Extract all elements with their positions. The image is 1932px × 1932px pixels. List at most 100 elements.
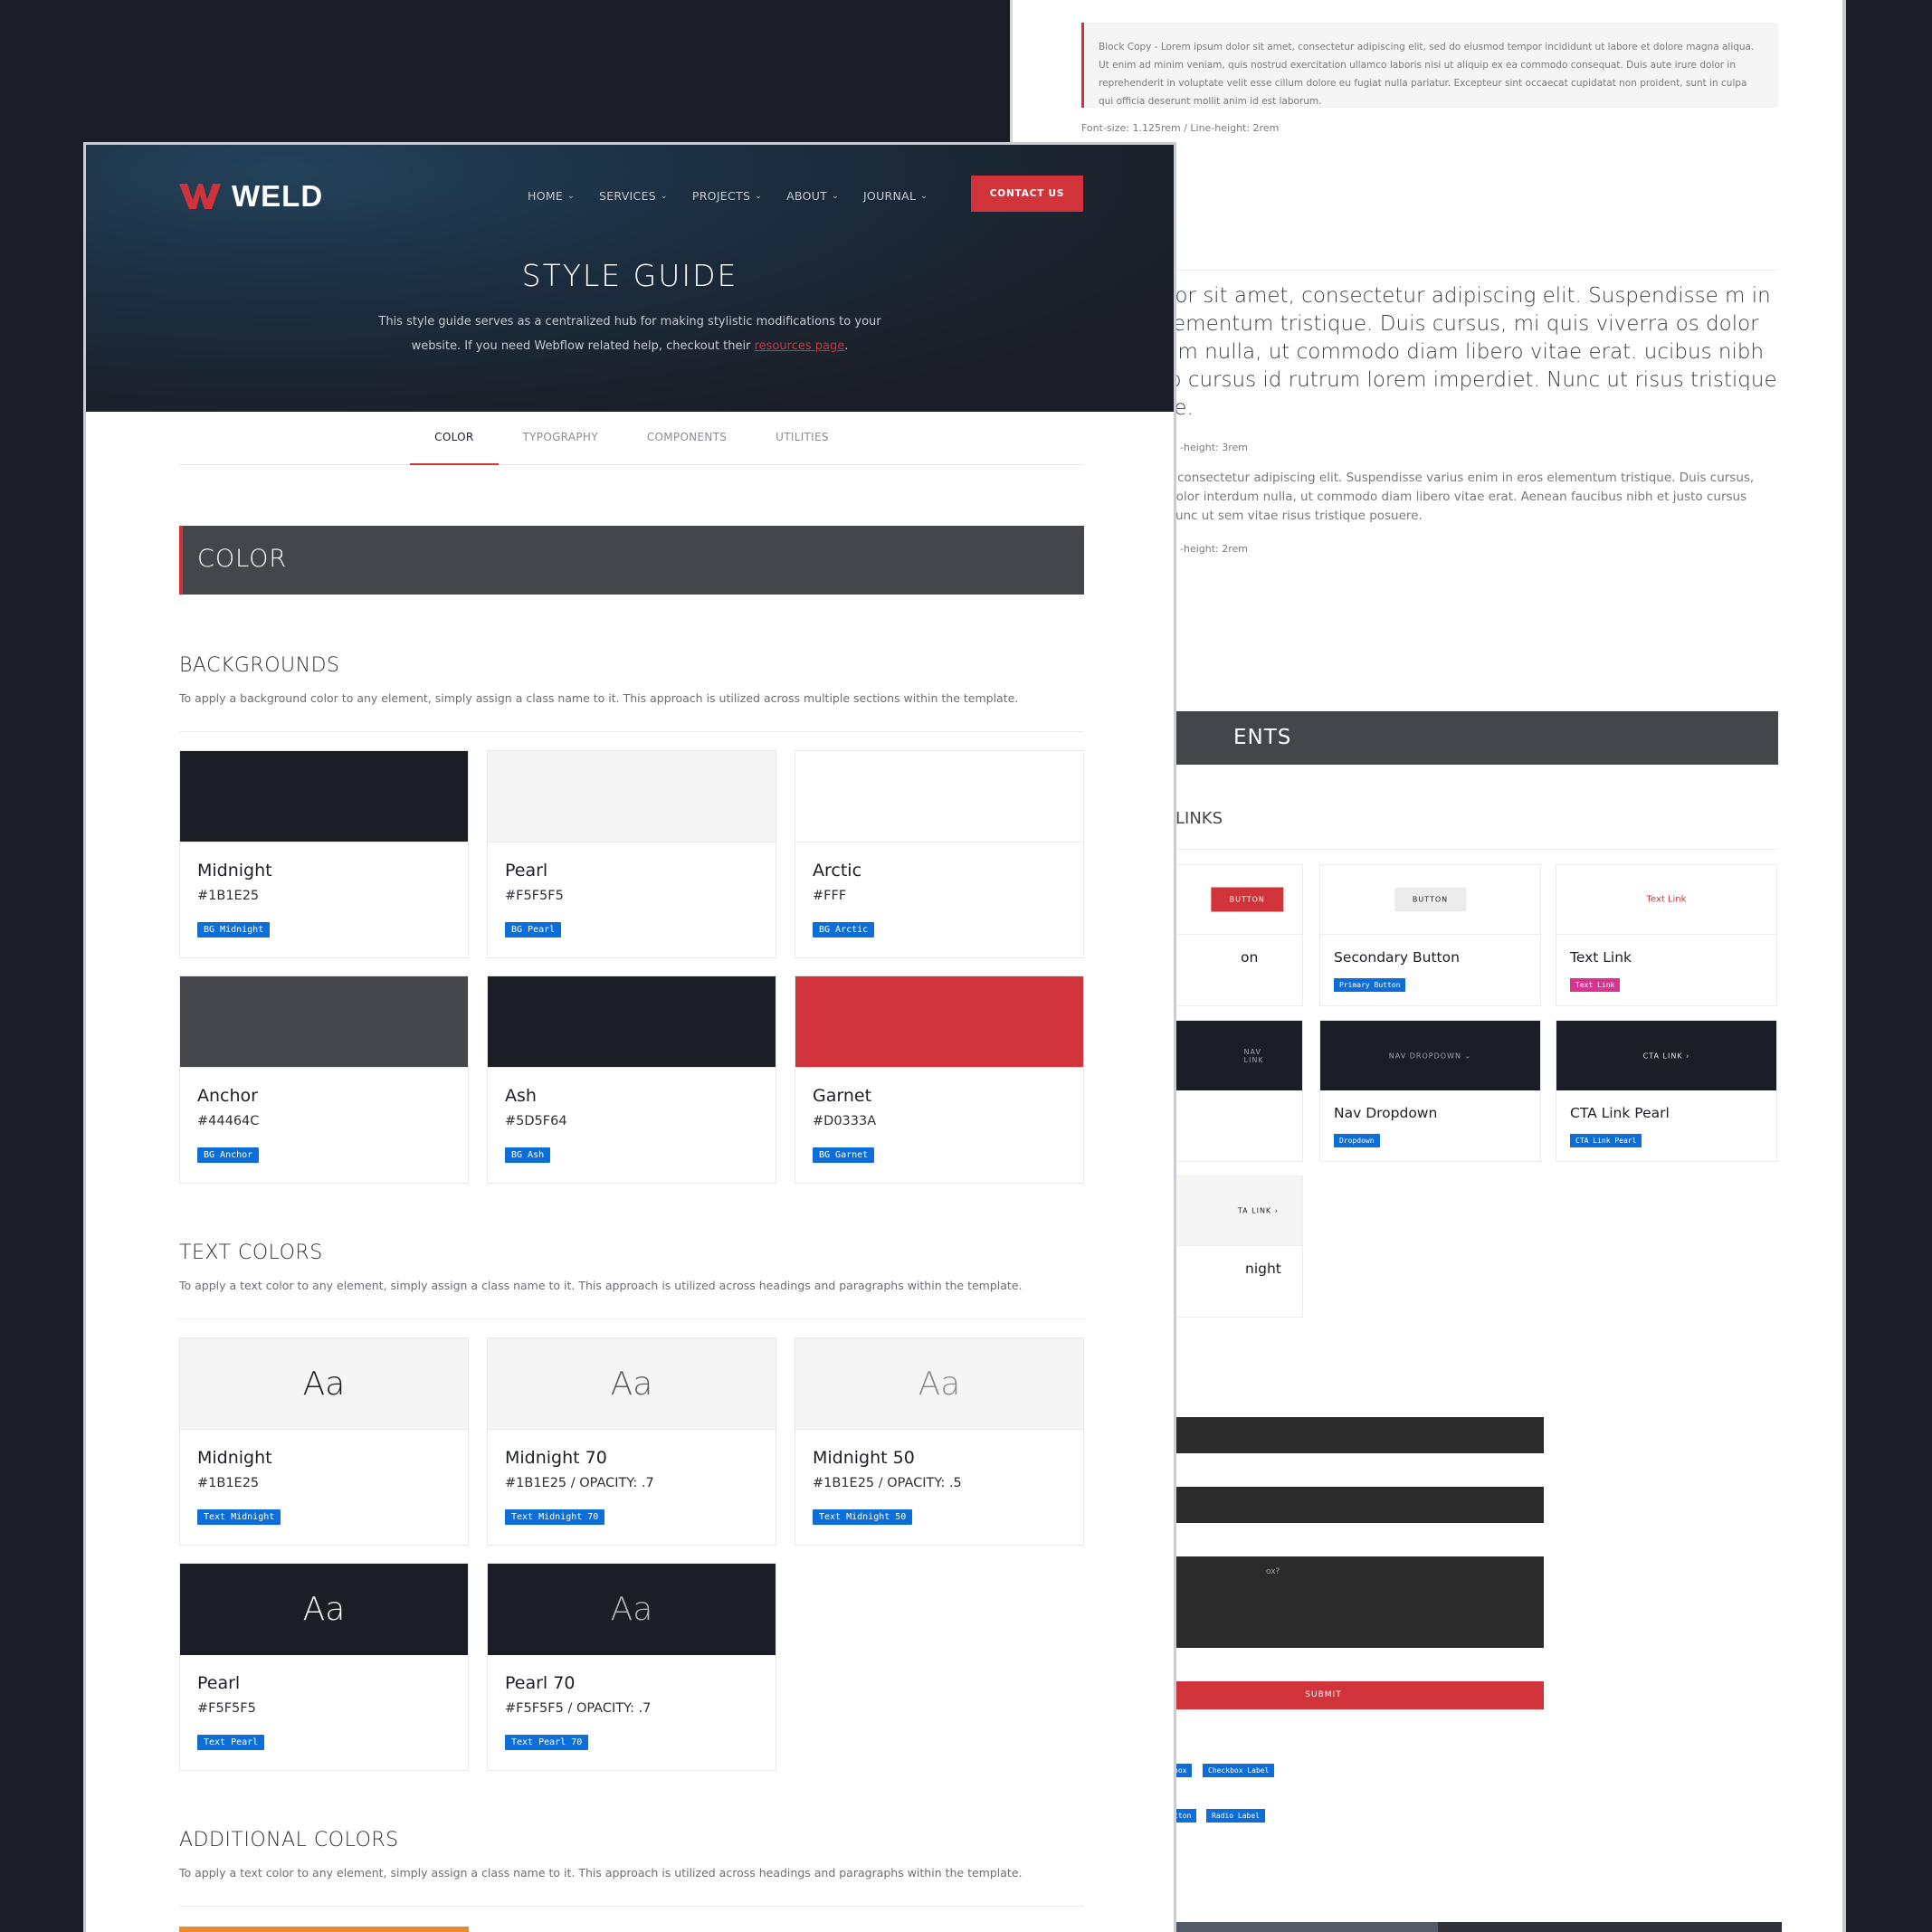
style-guide-tabs: COLOR TYPOGRAPHY COMPONENTS UTILITIES [179, 412, 1084, 465]
class-tag: BG Pearl [505, 922, 562, 937]
color-card-arctic: Arctic #FFF BG Arctic [795, 750, 1084, 958]
blockquote-sample: Block Copy - Lorem ipsum dolor sit amet,… [1081, 23, 1778, 108]
component-card-secondary-button: BUTTON Secondary Button Primary Button [1319, 864, 1541, 1006]
text-sample: Aa [610, 1591, 653, 1628]
cta-link-midnight-preview[interactable]: TA LINK › [1220, 1199, 1297, 1223]
color-card-pearl: Pearl #F5F5F5 BG Pearl [487, 750, 776, 958]
color-name: Pearl [505, 861, 548, 880]
text-color-card-midnight: Aa Midnight #1B1E25 Text Midnight [179, 1337, 469, 1546]
color-name: Midnight [197, 861, 272, 880]
class-tag: CTA Link Pearl [1570, 1134, 1642, 1147]
nav-label: HOME [528, 189, 564, 203]
cta-link-preview[interactable]: CTA LINK › [1625, 1043, 1708, 1068]
links-heading: LINKS [1175, 809, 1223, 828]
style-guide-page: WELD HOME ⌄ SERVICES ⌄ PROJECTS ⌄ ABOUT ⌄ JO… [83, 142, 1176, 1932]
color-section-band: COLOR [179, 526, 1084, 595]
class-tag: Text Midnight [197, 1509, 281, 1525]
image-thumbnail [1438, 1922, 1782, 1932]
nav-link-preview[interactable]: NAV LINK [1226, 1040, 1282, 1072]
text-color-card-pearl-70: Aa Pearl 70 #F5F5F5 / OPACITY: .7 Text P… [487, 1563, 776, 1771]
secondary-button-preview[interactable]: BUTTON [1394, 887, 1467, 912]
color-hex: #44464C [197, 1114, 260, 1128]
chevron-down-icon: ⌄ [832, 191, 839, 201]
divider [179, 731, 1084, 732]
card-name: on [1241, 949, 1259, 966]
components-section-band: ENTS [1081, 711, 1778, 765]
page-title: STYLE GUIDE [521, 258, 738, 293]
page-description: This style guide serves as a centralized… [376, 309, 884, 358]
color-swatch [180, 751, 468, 842]
nav-journal[interactable]: JOURNAL ⌄ [863, 189, 928, 203]
lead-paragraph-sample: um dolor sit amet, consectetur adipiscin… [1103, 284, 1777, 420]
color-hex: #1B1E25 [197, 1476, 260, 1490]
primary-button-preview[interactable]: BUTTON [1211, 887, 1283, 912]
tab-color[interactable]: COLOR [410, 412, 499, 465]
color-name: Garnet [813, 1086, 872, 1106]
nav-label: PROJECTS [691, 189, 751, 203]
nav-label: JOURNAL [862, 189, 917, 203]
class-tag: BG Anchor [197, 1147, 260, 1163]
text-link-preview[interactable]: Text Link [1629, 887, 1705, 913]
color-card-garnet: Garnet #D0333A BG Garnet [795, 976, 1084, 1184]
color-swatch [180, 976, 468, 1068]
tab-utilities[interactable]: UTILITIES [751, 412, 853, 465]
color-name: Pearl 70 [505, 1673, 576, 1693]
text-colors-description: To apply a text color to any element, si… [179, 1279, 1023, 1292]
chevron-down-icon: ⌄ [920, 191, 928, 201]
lead-meta: -height: 3rem [1180, 442, 1248, 453]
color-hex: #1B1E25 / OPACITY: .7 [505, 1476, 654, 1490]
chevron-down-icon: ⌄ [755, 191, 763, 201]
nav-home[interactable]: HOME ⌄ [528, 189, 575, 203]
card-name: night [1245, 1261, 1281, 1277]
text-colors-heading: TEXT COLORS [179, 1242, 323, 1264]
card-name: CTA Link Pearl [1570, 1105, 1670, 1121]
class-tag: Text Midnight 50 [813, 1509, 913, 1525]
tab-typography[interactable]: TYPOGRAPHY [499, 412, 623, 465]
chevron-down-icon: ⌄ [567, 191, 575, 201]
checkbox-label-tag: Checkbox Label [1203, 1764, 1275, 1777]
logo[interactable]: WELD [179, 179, 323, 214]
color-swatch [795, 751, 1083, 842]
main-nav: HOME ⌄ SERVICES ⌄ PROJECTS ⌄ ABOUT ⌄ JOURNAL… [528, 189, 928, 203]
body-paragraph-sample: or sit amet, consectetur adipiscing elit… [1103, 471, 1755, 523]
color-name: Midnight 50 [813, 1448, 915, 1468]
nav-dropdown-preview[interactable]: NAV DROPDOWN ⌄ [1371, 1043, 1489, 1068]
nav-services[interactable]: SERVICES ⌄ [599, 189, 668, 203]
class-tag: Dropdown [1334, 1134, 1380, 1147]
class-tag: BG Ash [505, 1147, 551, 1163]
image-thumbnail [1175, 1922, 1438, 1932]
color-name: Anchor [197, 1086, 258, 1106]
text-sample: Aa [610, 1365, 653, 1403]
contact-us-button[interactable]: CONTACT US [971, 176, 1083, 212]
color-name: Pearl [197, 1673, 241, 1693]
color-hex: #1B1E25 [197, 889, 260, 903]
component-card-text-link: Text Link Text Link Text Link [1556, 864, 1777, 1006]
resources-page-link[interactable]: resources page [755, 339, 845, 353]
color-swatch-orange [179, 1927, 469, 1932]
divider [179, 1318, 1084, 1319]
color-hex: #D0333A [813, 1114, 877, 1128]
class-tag: Text Midnight 70 [505, 1509, 605, 1525]
additional-colors-description: To apply a text color to any element, si… [179, 1866, 1023, 1880]
class-tag: Text Pearl [197, 1735, 265, 1750]
backgrounds-heading: BACKGROUNDS [179, 654, 340, 677]
blockquote-meta: Font-size: 1.125rem / Line-height: 2rem [1081, 122, 1280, 134]
class-tag: BG Arctic [813, 922, 875, 937]
text-color-card-midnight-50: Aa Midnight 50 #1B1E25 / OPACITY: .5 Tex… [795, 1337, 1084, 1546]
color-swatch [488, 976, 776, 1068]
color-swatch [795, 976, 1083, 1068]
text-color-card-midnight-70: Aa Midnight 70 #1B1E25 / OPACITY: .7 Tex… [487, 1337, 776, 1546]
color-name: Midnight 70 [505, 1448, 607, 1468]
color-hex: #F5F5F5 / OPACITY: .7 [505, 1701, 652, 1716]
color-card-anchor: Anchor #44464C BG Anchor [179, 976, 469, 1184]
tab-components[interactable]: COMPONENTS [623, 412, 751, 465]
backgrounds-description: To apply a background color to any eleme… [179, 691, 1019, 705]
nav-about[interactable]: ABOUT ⌄ [786, 189, 839, 203]
card-name: Nav Dropdown [1334, 1105, 1438, 1121]
color-hex: #5D5F64 [505, 1114, 567, 1128]
component-card-nav-dropdown: NAV DROPDOWN ⌄ Nav Dropdown Dropdown [1319, 1020, 1541, 1162]
color-card-ash: Ash #5D5F64 BG Ash [487, 976, 776, 1184]
color-hex: #FFF [813, 889, 847, 903]
color-hex: #1B1E25 / OPACITY: .5 [813, 1476, 962, 1490]
nav-projects[interactable]: PROJECTS ⌄ [692, 189, 762, 203]
